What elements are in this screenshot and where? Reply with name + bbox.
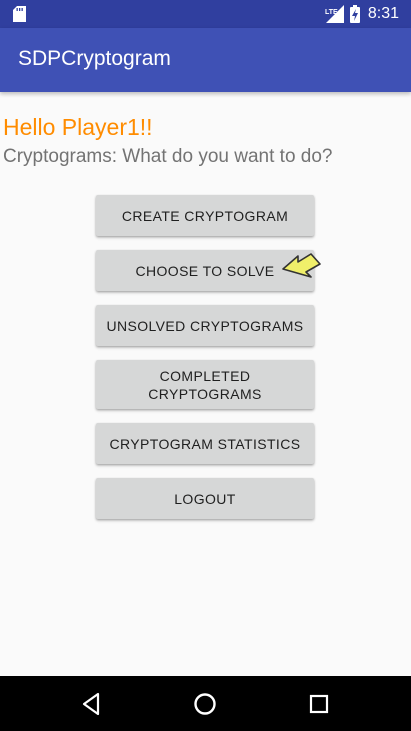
unsolved-cryptograms-button[interactable]: UNSOLVED CRYPTOGRAMS — [96, 305, 314, 346]
greeting-text: Hello Player1!! — [3, 114, 153, 140]
network-label: LTE — [325, 9, 338, 16]
recents-icon[interactable] — [306, 691, 332, 717]
prompt-text: Cryptograms: What do you want to do? — [3, 146, 333, 167]
app-screen: LTE 8:31 SDPCryptogram Hello Player1!! C… — [0, 0, 411, 731]
pointer-arrow-icon — [282, 253, 321, 278]
status-time: 8:31 — [367, 5, 399, 22]
logout-button[interactable]: LOGOUT — [96, 478, 314, 519]
lte-signal-icon: LTE — [325, 5, 344, 23]
battery-charging-icon — [349, 5, 360, 23]
cryptogram-statistics-button[interactable]: CRYPTOGRAM STATISTICS — [96, 423, 314, 464]
create-cryptogram-button[interactable]: CREATE CRYPTOGRAM — [96, 195, 314, 236]
unsolved-cryptograms-label: UNSOLVED CRYPTOGRAMS — [106, 317, 304, 334]
back-icon[interactable] — [79, 691, 105, 717]
cryptogram-statistics-label: CRYPTOGRAM STATISTICS — [109, 435, 301, 452]
navigation-bar — [0, 676, 411, 731]
sd-card-icon — [13, 6, 26, 22]
create-cryptogram-label: CREATE CRYPTOGRAM — [121, 207, 289, 224]
status-bar: LTE 8:31 — [0, 0, 411, 28]
status-indicators: LTE 8:31 — [324, 0, 399, 28]
choose-to-solve-label: CHOOSE TO SOLVE — [135, 262, 275, 279]
app-bar: SDPCryptogram — [0, 28, 411, 92]
home-icon[interactable] — [192, 691, 218, 717]
app-title: SDPCryptogram — [18, 47, 171, 70]
logout-label: LOGOUT — [174, 490, 236, 507]
completed-cryptograms-label: COMPLETED CRYPTOGRAMS — [148, 367, 262, 402]
completed-cryptograms-button[interactable]: COMPLETED CRYPTOGRAMS — [96, 360, 314, 409]
